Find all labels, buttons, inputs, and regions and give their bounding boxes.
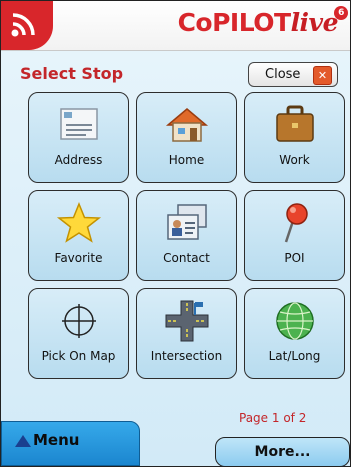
contact-tile[interactable]: Contact [136,190,237,281]
tile-label: Home [168,153,205,167]
work-tile[interactable]: Work [244,92,345,183]
close-button[interactable]: Close ✕ [248,62,338,87]
star-icon [56,202,102,243]
briefcase-icon [276,105,314,142]
menu-triangle-icon [15,435,31,447]
tile-label: Address [54,153,103,167]
app-header: CoPILOTlive 6 [1,1,350,51]
tile-label: POI [284,251,305,265]
more-button-label: More... [254,444,311,460]
tile-label: Intersection [150,349,223,363]
tile-label: Contact [163,251,210,265]
more-button[interactable]: More... [215,437,350,466]
contact-cards-icon [167,204,207,240]
crosshair-icon [62,304,96,338]
copilot-logo: CoPILOTlive 6 [177,6,348,37]
map-pin-icon [284,203,308,243]
lat-long-tile[interactable]: Lat/Long [244,288,345,379]
tile-label: Work [279,153,310,167]
brand-main-text: CoPILOT [177,8,292,37]
favorite-tile[interactable]: Favorite [28,190,129,281]
address-tile[interactable]: Address [28,92,129,183]
home-tile[interactable]: Home [136,92,237,183]
tile-label: Pick On Map [41,349,116,363]
close-button-label: Close [265,67,301,82]
page-title: Select Stop [20,64,124,83]
select-stop-panel: Select Stop Close ✕ Address Home Work Fa… [1,51,350,466]
close-icon: ✕ [313,66,332,85]
pick-on-map-tile[interactable]: Pick On Map [28,288,129,379]
poi-tile[interactable]: POI [244,190,345,281]
tile-label: Favorite [54,251,103,265]
intersection-tile[interactable]: Intersection [136,288,237,379]
brand-version-badge: 6 [334,6,348,20]
tile-label: Lat/Long [268,349,321,363]
intersection-icon [165,300,209,342]
wifi-signal-icon [11,13,35,37]
globe-icon [276,302,314,340]
menu-button[interactable]: Menu [1,421,140,466]
menu-button-label: Menu [33,431,80,449]
home-icon [165,108,209,142]
address-card-icon [60,108,98,140]
app-window: CoPILOTlive 6 Select Stop Close ✕ Addres… [0,0,351,467]
page-indicator: Page 1 of 2 [239,411,307,425]
brand-live-text: live [290,8,339,37]
signal-badge [1,1,53,50]
